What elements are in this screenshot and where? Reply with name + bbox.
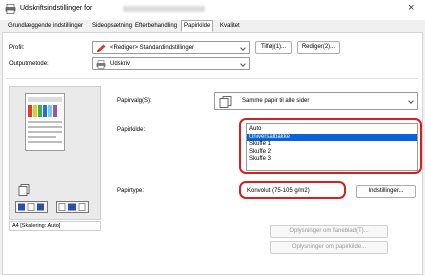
- window-title: Udskriftsindstillinger for: [20, 5, 93, 12]
- paper-source-info-button[interactable]: Oplysninger om papirkilde...: [270, 241, 388, 254]
- paper-source-option-drawer-3[interactable]: Skuffe 3: [247, 156, 417, 164]
- paper-source-option-auto[interactable]: Auto: [247, 126, 417, 134]
- profile-value: <Rediger> Standardindstillinger: [110, 45, 195, 51]
- chevron-down-icon: [240, 45, 246, 51]
- paper-stack-icon: [18, 184, 30, 196]
- tab-finishing[interactable]: Efterbehandling: [133, 21, 179, 32]
- pencil-icon: [97, 44, 106, 52]
- tab-quality[interactable]: Kvalitet: [218, 21, 242, 32]
- output-method-value: Udskriv: [110, 61, 131, 67]
- chevron-down-icon: [240, 61, 246, 67]
- output-method-label: Outputmetode:: [9, 61, 49, 67]
- printer-icon: [5, 4, 16, 14]
- paper-selection-label: Papirvalg(S):: [117, 98, 152, 104]
- divider: [6, 78, 418, 79]
- paper-source-option-drawer-1[interactable]: Skuffe 1: [247, 141, 417, 149]
- paper-selection-select[interactable]: Samme papir til alle sider: [214, 92, 418, 110]
- paper-source-option-drawer-2[interactable]: Skuffe 2: [247, 149, 417, 157]
- paper-type-settings-button[interactable]: Indstillinger...: [356, 185, 416, 198]
- title-bar: Udskriftsindstillinger for ×: [0, 0, 425, 20]
- paper-stack-icon: [219, 96, 232, 108]
- paper-source-label: Papirkilde:: [117, 127, 146, 133]
- printer-icon: [96, 60, 106, 69]
- paper-source-option-universal[interactable]: Universalbakke: [247, 133, 417, 141]
- profile-label: Profil:: [9, 45, 25, 51]
- output-method-select[interactable]: Udskriv: [92, 57, 250, 70]
- close-button[interactable]: ×: [408, 2, 414, 14]
- paper-type-select[interactable]: Konvolut (75-105 g/m2): [246, 184, 343, 197]
- preview-caption: A4 [Skalering: Auto]: [9, 221, 101, 231]
- chevron-down-icon: [408, 98, 414, 104]
- document-preview-icon: [25, 93, 65, 151]
- profile-add-button[interactable]: Tilføj(1)...: [255, 41, 292, 54]
- tab-basic-settings[interactable]: Grundlæggende indstillinger: [6, 21, 85, 32]
- tab-page-setup[interactable]: Sideopsætning: [90, 21, 134, 32]
- profile-select[interactable]: <Rediger> Standardindstillinger: [92, 41, 250, 54]
- profile-edit-button[interactable]: Rediger(2)...: [297, 41, 340, 54]
- tab-paper-source[interactable]: Papirkilde: [181, 20, 214, 32]
- booklet-layout-icon[interactable]: [56, 201, 89, 213]
- cover-settings-button[interactable]: Oplysninger om faneblad(T)...: [270, 225, 388, 238]
- page-preview: [9, 86, 101, 220]
- duplex-layout-icon[interactable]: [15, 201, 48, 213]
- paper-type-value: Konvolut (75-105 g/m2): [247, 188, 310, 194]
- paper-type-label: Papirtype:: [117, 188, 145, 194]
- paper-source-list[interactable]: Auto Universalbakke Skuffe 1 Skuffe 2 Sk…: [246, 123, 418, 171]
- printer-name-blurred: [123, 6, 205, 12]
- paper-selection-value: Samme papir til alle sider: [242, 98, 310, 104]
